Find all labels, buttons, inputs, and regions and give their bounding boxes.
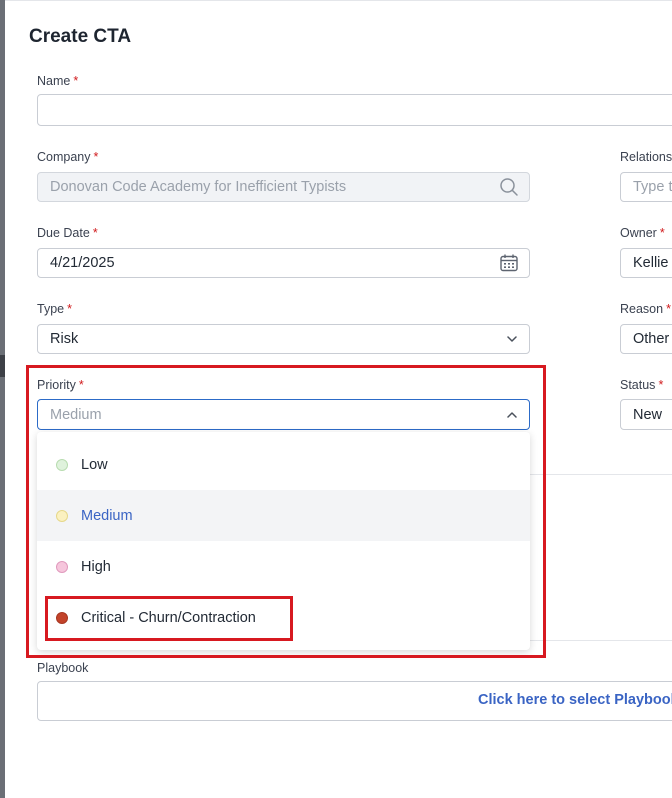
reason-select[interactable]: Other [620, 324, 672, 354]
modal-top-edge [5, 0, 672, 1]
type-select[interactable]: Risk [37, 324, 530, 354]
due-date-value: 4/21/2025 [50, 255, 115, 271]
priority-option-medium[interactable]: Medium [37, 490, 530, 541]
priority-label: Priority * [37, 378, 84, 392]
name-input[interactable] [37, 94, 672, 126]
priority-option-high[interactable]: High [37, 541, 530, 592]
background-overlay-mark [0, 355, 5, 377]
calendar-icon[interactable] [499, 253, 519, 273]
name-label: Name * [37, 74, 79, 88]
priority-dropdown-menu: Low Medium High Critical - Churn/Contrac… [37, 432, 530, 650]
due-date-label: Due Date * [37, 226, 98, 240]
section-divider [530, 474, 672, 475]
status-dot-icon [56, 560, 68, 573]
background-overlay-strip [0, 0, 5, 798]
status-select[interactable]: New [620, 399, 672, 430]
reason-label: Reason * [620, 302, 671, 316]
company-input[interactable]: Donovan Code Academy for Inefficient Typ… [37, 172, 530, 202]
select-playbook-link[interactable]: Click here to select Playbook [478, 692, 672, 708]
relationship-label: Relations [620, 150, 672, 164]
status-dot-icon [56, 611, 68, 624]
modal-title: Create CTA [29, 26, 132, 47]
priority-option-critical[interactable]: Critical - Churn/Contraction [37, 592, 530, 643]
status-label: Status * [620, 378, 664, 392]
priority-option-low[interactable]: Low [37, 439, 530, 490]
playbook-label: Playbook [37, 661, 89, 675]
chevron-up-icon [505, 408, 519, 422]
type-label: Type * [37, 302, 72, 316]
company-placeholder: Donovan Code Academy for Inefficient Typ… [50, 179, 347, 195]
relationship-input[interactable]: Type t [620, 172, 672, 202]
priority-value: Medium [50, 406, 102, 423]
company-label: Company * [37, 150, 99, 164]
status-dot-icon [56, 509, 68, 522]
owner-input[interactable]: Kellie [620, 248, 672, 278]
type-value: Risk [50, 331, 79, 347]
due-date-input[interactable]: 4/21/2025 [37, 248, 530, 278]
status-dot-icon [56, 458, 68, 471]
search-icon [499, 177, 519, 197]
priority-select[interactable]: Medium [37, 399, 530, 430]
chevron-down-icon [505, 332, 519, 346]
owner-label: Owner * [620, 226, 665, 240]
section-divider [530, 640, 672, 641]
